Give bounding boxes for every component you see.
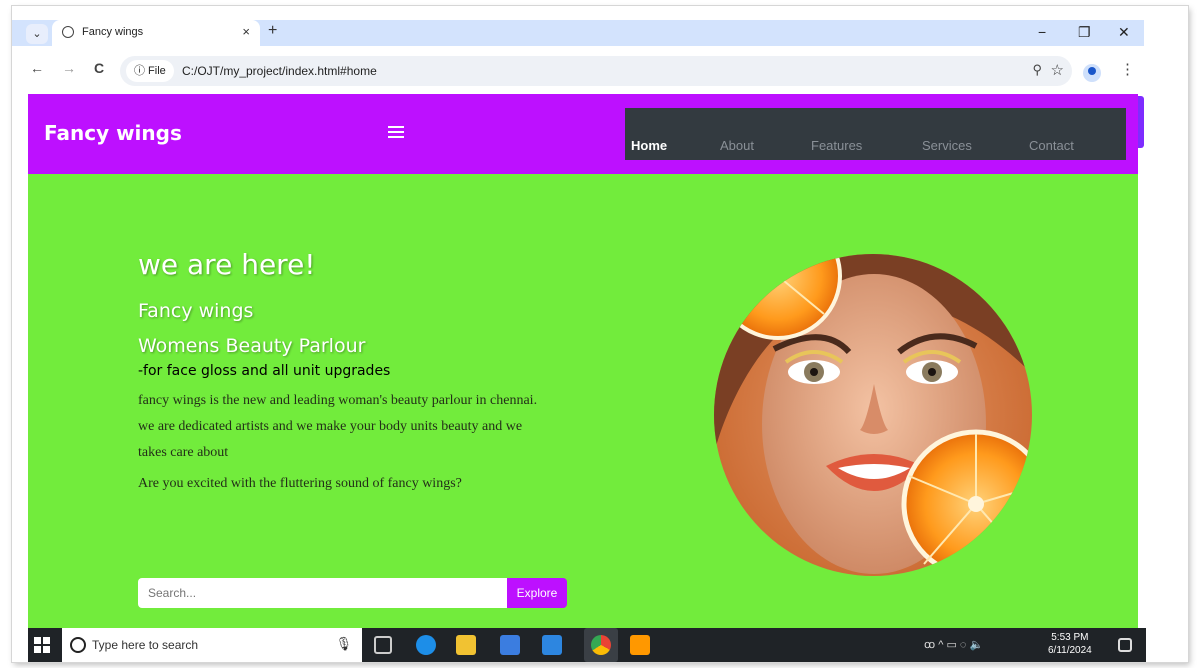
nav-item-about[interactable]: About bbox=[720, 138, 754, 153]
address-bar[interactable]: ⓘ File C:/OJT/my_project/index.html#home… bbox=[120, 56, 1072, 86]
chrome-icon bbox=[591, 635, 611, 655]
chrome-active-bg[interactable] bbox=[584, 628, 618, 662]
clock-time: 5:53 PM bbox=[1051, 632, 1089, 643]
hero-paragraph: fancy wings is the new and leading woman… bbox=[138, 393, 538, 460]
page-scrollbar[interactable] bbox=[1138, 94, 1188, 628]
url-text[interactable]: C:/OJT/my_project/index.html#home bbox=[182, 64, 377, 78]
sublime-text-icon[interactable] bbox=[630, 635, 650, 655]
globe-icon bbox=[62, 26, 74, 38]
close-window-button[interactable]: ✕ bbox=[1118, 24, 1130, 41]
profile-avatar[interactable] bbox=[1083, 64, 1101, 82]
nav-item-services[interactable]: Services bbox=[922, 138, 972, 153]
store-icon[interactable] bbox=[500, 635, 520, 655]
browser-window: ⌄ Fancy wings × + − ❐ ✕ ← → C ⓘ File C:/… bbox=[12, 6, 1188, 662]
edge-icon[interactable] bbox=[416, 635, 436, 655]
minimize-button[interactable]: − bbox=[1038, 24, 1046, 40]
taskbar-search-placeholder: Type here to search bbox=[92, 638, 199, 652]
system-tray-icons[interactable]: ꝏ ^ ▭ ◌ 🔈 bbox=[924, 638, 983, 651]
reload-button[interactable]: C bbox=[94, 60, 104, 76]
forward-button[interactable]: → bbox=[62, 60, 76, 76]
site-nav: Home About Features Services Contact bbox=[625, 108, 1126, 160]
task-view-icon[interactable] bbox=[374, 636, 392, 654]
hero-subheading-brand: Fancy wings bbox=[138, 300, 254, 322]
windows-taskbar: Type here to search 🎙 ꝏ ^ ▭ ◌ 🔈 5:53 PM … bbox=[28, 628, 1146, 662]
back-button[interactable]: ← bbox=[30, 60, 44, 76]
browser-toolbar: ← → C ⓘ File C:/OJT/my_project/index.htm… bbox=[12, 46, 1188, 94]
hero-tagline: -for face gloss and all unit upgrades bbox=[138, 363, 391, 379]
web-page: Fancy wings Home About Features Services… bbox=[28, 94, 1138, 628]
microphone-icon[interactable]: 🎙 bbox=[335, 636, 352, 652]
site-brand[interactable]: Fancy wings bbox=[44, 121, 182, 145]
tab-strip: ⌄ Fancy wings × + − ❐ ✕ bbox=[12, 6, 1188, 46]
bookmark-star-icon[interactable]: ☆ bbox=[1051, 61, 1064, 79]
file-explorer-icon[interactable] bbox=[456, 635, 476, 655]
beauty-portrait-image bbox=[714, 254, 1032, 576]
nav-item-contact[interactable]: Contact bbox=[1029, 138, 1074, 153]
scrollbar-thumb[interactable] bbox=[1138, 96, 1144, 148]
search-input[interactable] bbox=[138, 578, 508, 608]
clock-date: 6/11/2024 bbox=[1048, 645, 1092, 656]
tab-close-icon[interactable]: × bbox=[242, 24, 250, 39]
cortana-icon bbox=[70, 637, 86, 653]
browser-menu-icon[interactable]: ⋮ bbox=[1120, 60, 1135, 78]
hero-subheading-parlour: Womens Beauty Parlour bbox=[138, 335, 366, 357]
explore-button[interactable]: Explore bbox=[507, 578, 567, 608]
hero-question: Are you excited with the fluttering soun… bbox=[138, 476, 462, 491]
taskbar-search[interactable]: Type here to search 🎙 bbox=[62, 628, 362, 662]
new-tab-button[interactable]: + bbox=[268, 22, 277, 40]
mail-icon[interactable] bbox=[542, 635, 562, 655]
site-info-chip[interactable]: ⓘ File bbox=[126, 60, 174, 82]
windows-start-icon[interactable] bbox=[34, 637, 50, 653]
zoom-icon[interactable]: ⚲ bbox=[1032, 62, 1042, 78]
site-header: Fancy wings Home About Features Services… bbox=[28, 94, 1138, 174]
hamburger-menu-icon[interactable] bbox=[388, 126, 404, 141]
browser-tab[interactable]: Fancy wings × bbox=[52, 20, 260, 46]
restore-button[interactable]: ❐ bbox=[1078, 24, 1091, 41]
tab-title: Fancy wings bbox=[82, 26, 144, 38]
nav-item-features[interactable]: Features bbox=[811, 138, 862, 153]
clock[interactable]: 5:53 PM 6/11/2024 bbox=[1048, 631, 1092, 657]
nav-item-home[interactable]: Home bbox=[631, 138, 667, 153]
notifications-icon[interactable] bbox=[1118, 638, 1132, 652]
hero-heading: we are here! bbox=[138, 248, 316, 281]
tab-search-button[interactable]: ⌄ bbox=[26, 24, 48, 44]
